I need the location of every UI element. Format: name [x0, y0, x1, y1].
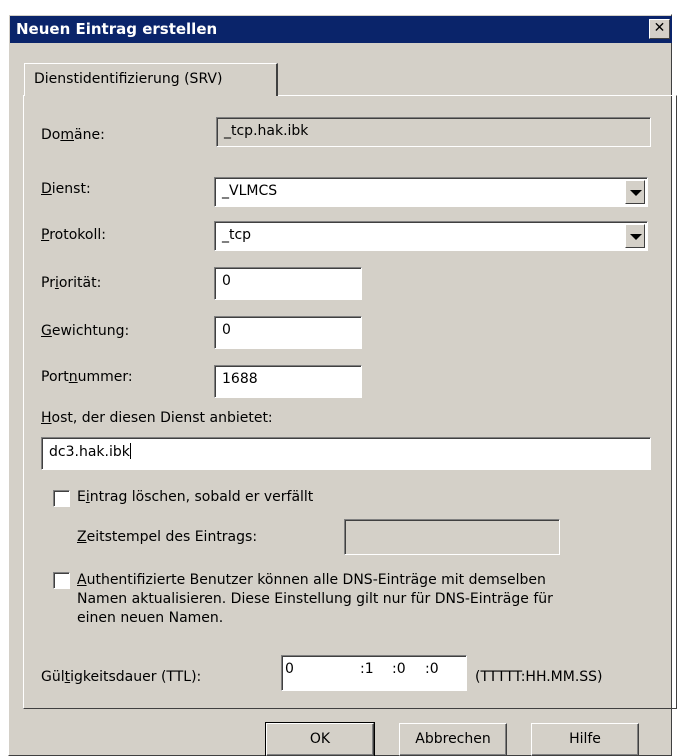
close-icon: ✕	[653, 20, 666, 36]
host-input[interactable]: dc3.hak.ibk	[41, 437, 651, 470]
protocol-combobox[interactable]: _tcp	[214, 221, 648, 251]
weight-value: 0	[222, 322, 231, 338]
priority-value: 0	[222, 273, 231, 289]
domain-label: Domäne:	[41, 127, 105, 143]
ttl-input[interactable]: 0 :1 :0 :0	[281, 655, 467, 691]
title-bar: Neuen Eintrag erstellen ✕	[10, 16, 672, 43]
create-srv-record-dialog: Neuen Eintrag erstellen ✕ Dienstidentifi…	[8, 14, 677, 756]
delete-when-stale-label[interactable]: Eintrag löschen, sobald er verfällt	[77, 489, 313, 505]
auth-users-update-checkbox[interactable]	[53, 572, 70, 589]
chevron-down-icon[interactable]	[625, 224, 645, 248]
priority-input[interactable]: 0	[214, 267, 362, 300]
chevron-down-icon[interactable]	[625, 180, 645, 204]
cancel-button[interactable]: Abbrechen	[399, 723, 507, 756]
timestamp-label: Zeitstempel des Eintrags:	[77, 529, 258, 545]
protocol-label: Protokoll:	[41, 227, 106, 243]
tab-label: Dienstidentifizierung (SRV)	[34, 71, 223, 87]
text-cursor	[129, 443, 131, 459]
delete-when-stale-checkbox[interactable]	[53, 490, 70, 507]
host-value: dc3.hak.ibk	[49, 444, 130, 460]
ttl-hours[interactable]: :1	[360, 661, 374, 677]
weight-label: Gewichtung:	[41, 323, 130, 339]
priority-label: Priorität:	[41, 275, 102, 291]
host-label: Host, der diesen Dienst anbietet:	[41, 410, 273, 426]
protocol-value: _tcp	[222, 227, 252, 243]
ttl-label: Gültigkeitsdauer (TTL):	[41, 669, 202, 685]
domain-value: _tcp.hak.ibk	[224, 123, 309, 139]
close-button[interactable]: ✕	[649, 19, 670, 39]
timestamp-field	[344, 519, 560, 555]
ttl-seconds[interactable]: :0	[425, 661, 439, 677]
port-value: 1688	[222, 371, 258, 387]
ttl-days[interactable]: 0	[285, 661, 294, 677]
auth-users-update-label[interactable]: Authentifizierte Benutzer können alle DN…	[77, 571, 553, 628]
help-button[interactable]: Hilfe	[531, 723, 639, 756]
port-label: Portnummer:	[41, 369, 133, 385]
ttl-format-hint: (TTTTT:HH.MM.SS)	[475, 669, 603, 685]
service-combobox[interactable]: _VLMCS	[214, 177, 648, 207]
weight-input[interactable]: 0	[214, 316, 362, 349]
window-title: Neuen Eintrag erstellen	[16, 20, 218, 38]
service-label: Dienst:	[41, 181, 91, 197]
domain-field: _tcp.hak.ibk	[216, 117, 651, 147]
tab-service-identification[interactable]: Dienstidentifizierung (SRV)	[24, 63, 278, 96]
port-input[interactable]: 1688	[214, 365, 362, 398]
ok-button[interactable]: OK	[265, 722, 375, 756]
ttl-minutes[interactable]: :0	[392, 661, 406, 677]
service-value: _VLMCS	[222, 183, 278, 199]
